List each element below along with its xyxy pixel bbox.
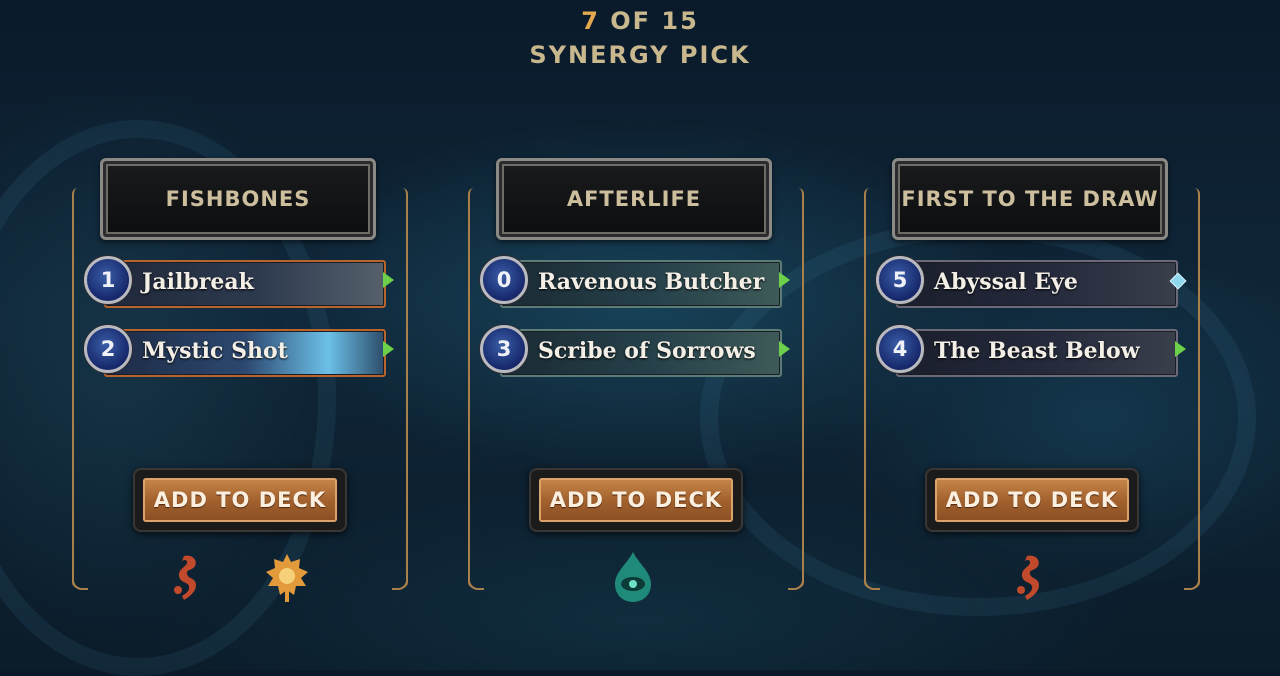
card-arrow-icon [383,341,394,357]
mana-cost: 2 [84,325,132,373]
card-arrow-icon [383,272,394,288]
mana-cost: 5 [876,256,924,304]
mana-cost: 1 [84,256,132,304]
piltover-zaun-icon [266,554,308,602]
add-to-deck-label: ADD TO DECK [143,478,337,522]
card-name: The Beast Below [934,338,1140,364]
card-mystic-shot[interactable]: 2 Mystic Shot [84,325,394,377]
card-name: Scribe of Sorrows [538,338,756,364]
mana-cost: 3 [480,325,528,373]
add-to-deck-button[interactable]: ADD TO DECK [925,468,1139,532]
card-arrow-icon [779,341,790,357]
card-name: Mystic Shot [142,338,288,364]
pick-option-afterlife: AFTERLIFE 0 Ravenous Butcher 3 Scribe of… [466,158,806,602]
option-title-plate: FISHBONES [100,158,376,240]
progress-total: 15 [661,7,699,35]
option-title: FIRST TO THE DRAW [901,187,1159,211]
bilgewater-icon [1017,555,1039,600]
add-to-deck-label: ADD TO DECK [539,478,733,522]
card-arrow-icon [779,272,790,288]
bilgewater-icon [174,555,196,600]
progress-current: 7 [581,7,600,35]
option-title: AFTERLIFE [566,187,702,211]
add-to-deck-label: ADD TO DECK [935,478,1129,522]
card-jailbreak[interactable]: 1 Jailbreak [84,256,394,308]
card-ravenous-butcher[interactable]: 0 Ravenous Butcher [480,256,790,308]
progress-separator: OF [599,7,662,35]
card-name: Jailbreak [142,269,254,295]
draft-progress: 7 OF 15 [0,6,1280,36]
option-title: FISHBONES [165,187,311,211]
card-scribe-of-sorrows[interactable]: 3 Scribe of Sorrows [480,325,790,377]
add-to-deck-button[interactable]: ADD TO DECK [529,468,743,532]
card-name: Ravenous Butcher [538,269,765,295]
mana-cost: 4 [876,325,924,373]
add-to-deck-button[interactable]: ADD TO DECK [133,468,347,532]
pick-option-first-to-the-draw: FIRST TO THE DRAW 5 Abyssal Eye 4 The Be… [862,158,1202,600]
option-title-plate: AFTERLIFE [496,158,772,240]
pick-option-fishbones: FISHBONES 1 Jailbreak 2 Mystic Shot ADD … [70,158,410,602]
card-arrow-icon [1175,341,1186,357]
mana-cost: 0 [480,256,528,304]
pick-type-label: SYNERGY PICK [529,41,751,69]
shadow-isles-icon [615,552,651,602]
card-the-beast-below[interactable]: 4 The Beast Below [876,325,1186,377]
option-title-plate: FIRST TO THE DRAW [892,158,1168,240]
card-name: Abyssal Eye [934,269,1078,295]
card-abyssal-eye[interactable]: 5 Abyssal Eye [876,256,1187,308]
